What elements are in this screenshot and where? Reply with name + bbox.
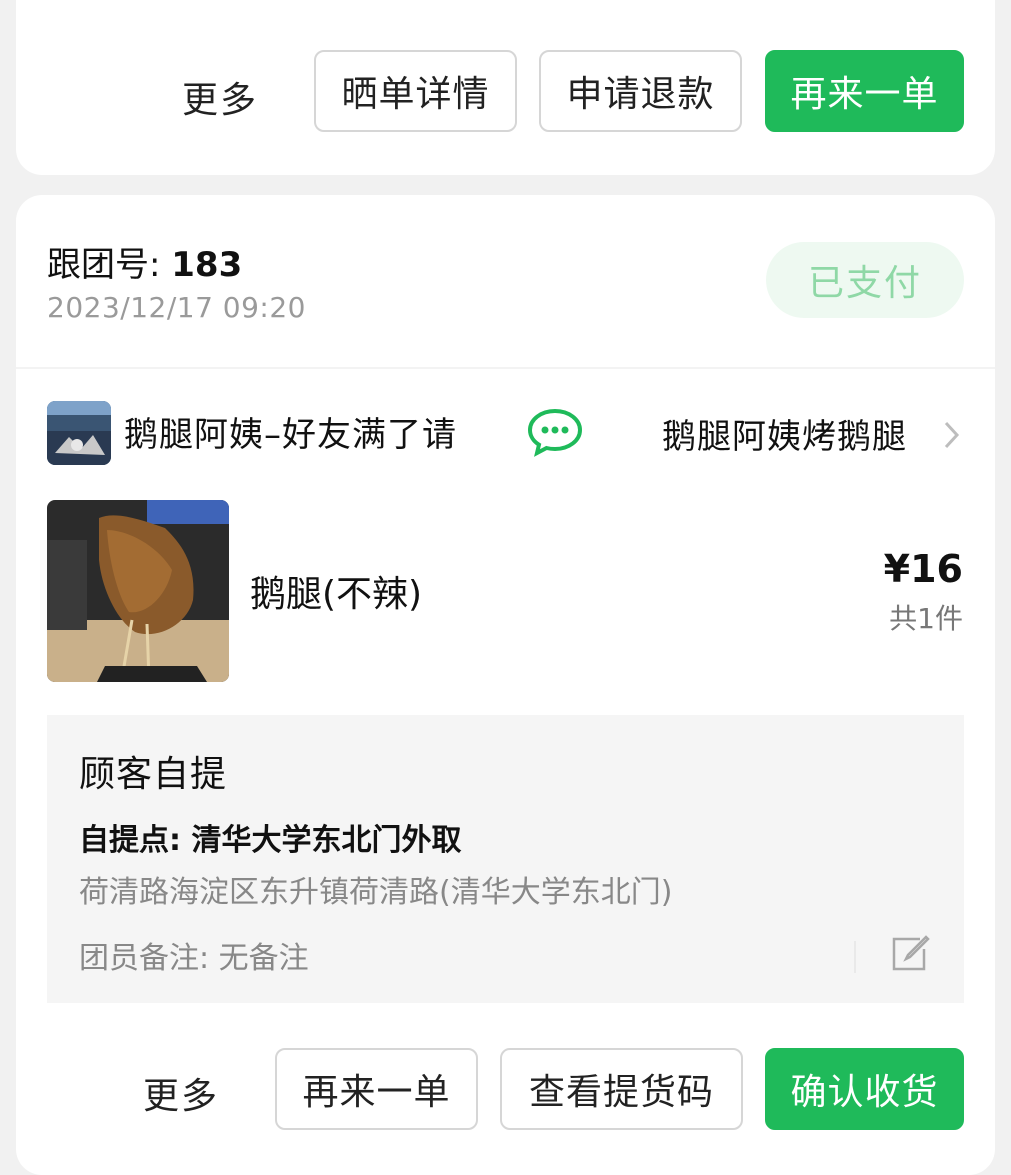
product-price: ¥16 (883, 547, 963, 591)
chevron-right-icon[interactable] (941, 420, 961, 450)
group-number: 跟团号: 183 (47, 237, 242, 286)
reorder-button[interactable]: 再来一单 (765, 50, 964, 132)
pickup-point-name: 清华大学东北门外取 (191, 823, 462, 858)
pickup-address: 荷清路海淀区东升镇荷清路(清华大学东北门) (79, 875, 673, 910)
order-datetime: 2023/12/17 09:20 (47, 291, 306, 324)
more-link[interactable]: 更多 (143, 1067, 219, 1119)
status-badge: 已支付 (766, 242, 964, 318)
shop-avatar[interactable] (47, 401, 111, 465)
pickup-point-label: 自提点: (79, 823, 192, 858)
view-pickup-code-button[interactable]: 查看提货码 (500, 1048, 743, 1130)
product-name: 鹅腿(不辣) (250, 574, 423, 615)
confirm-receipt-button[interactable]: 确认收货 (765, 1048, 964, 1130)
review-detail-button[interactable]: 晒单详情 (314, 50, 517, 132)
product-quantity: 共1件 (889, 602, 963, 635)
shop-name[interactable]: 鹅腿阿姨–好友满了请 (124, 407, 504, 457)
reorder-button[interactable]: 再来一单 (275, 1048, 478, 1130)
pickup-title: 顾客自提 (79, 754, 228, 795)
previous-order-card: 更多 晒单详情 申请退款 再来一单 (16, 0, 995, 175)
product-image[interactable] (47, 500, 229, 682)
group-number-value: 183 (171, 245, 243, 285)
note-separator (854, 941, 856, 973)
group-label: 跟团号: (47, 245, 172, 285)
member-note: 团员备注: 无备注 (79, 941, 309, 976)
divider (16, 367, 995, 369)
store-name[interactable]: 鹅腿阿姨烤鹅腿 (662, 409, 907, 458)
refund-button[interactable]: 申请退款 (539, 50, 742, 132)
order-card: 跟团号: 183 2023/12/17 09:20 已支付 鹅腿阿姨–好友满了请… (16, 195, 995, 1175)
chat-icon[interactable] (526, 407, 584, 457)
more-link[interactable]: 更多 (182, 71, 258, 123)
edit-icon[interactable] (890, 933, 930, 973)
pickup-info: 顾客自提 自提点: 清华大学东北门外取 荷清路海淀区东升镇荷清路(清华大学东北门… (47, 715, 964, 1003)
pickup-point: 自提点: 清华大学东北门外取 (79, 815, 461, 859)
